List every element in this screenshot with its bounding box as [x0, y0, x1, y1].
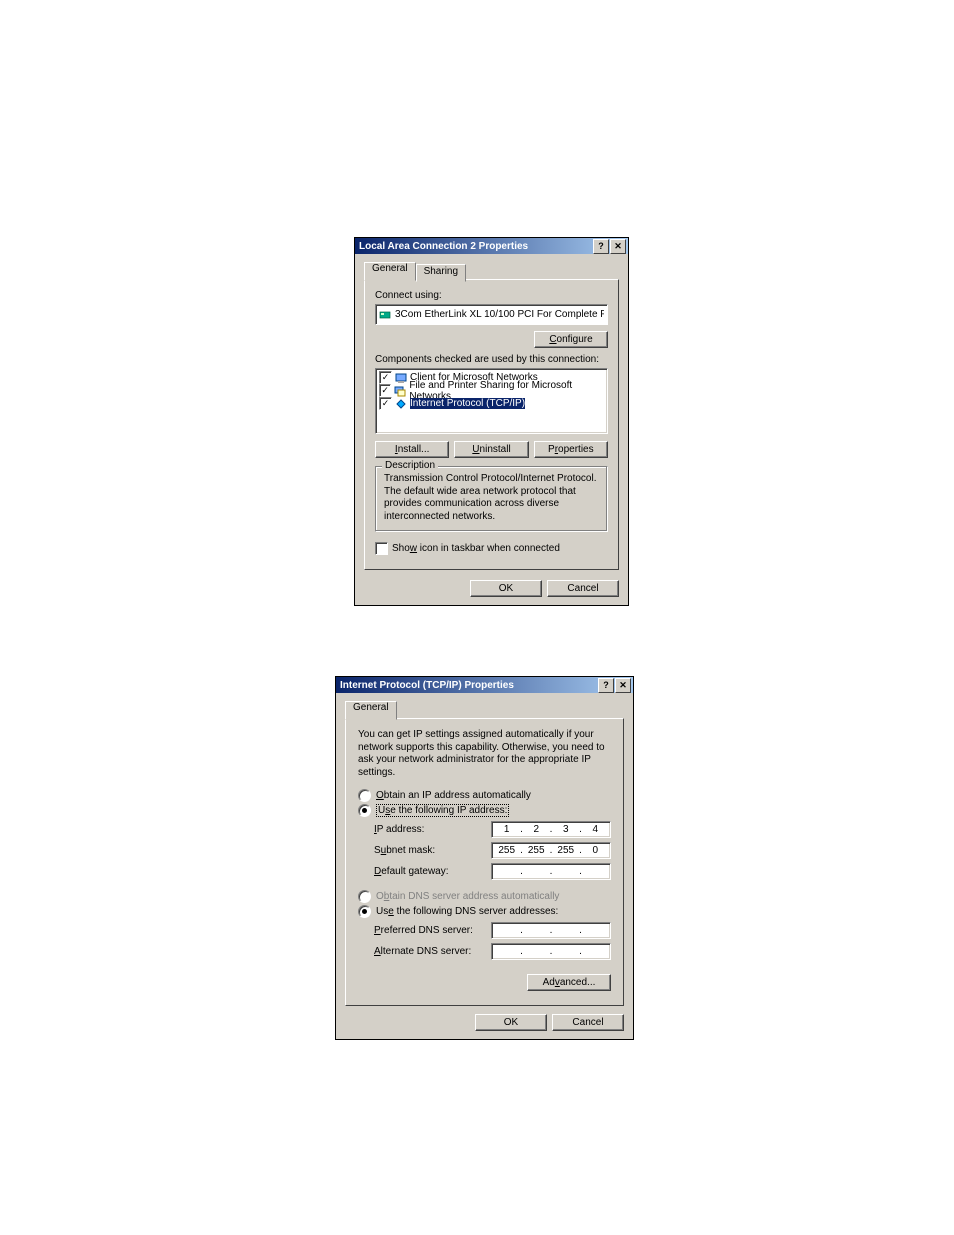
tab-general[interactable]: General — [364, 262, 416, 281]
tab-strip: General Sharing — [364, 262, 619, 280]
tab-page-general: You can get IP settings assigned automat… — [345, 718, 624, 1006]
components-listbox[interactable]: ✓ Client for Microsoft Networks ✓ File a… — [375, 368, 608, 434]
adapter-field[interactable]: 3Com EtherLink XL 10/100 PCI For Complet… — [375, 304, 608, 325]
ip-address-label: IP address: — [374, 824, 424, 835]
radio-auto-ip[interactable] — [358, 789, 371, 802]
network-card-icon — [379, 309, 391, 321]
client-icon — [395, 372, 407, 384]
radio-auto-dns-label: Obtain DNS server address automatically — [376, 891, 559, 902]
radio-static-dns[interactable] — [358, 905, 371, 918]
connect-using-label: Connect using: — [375, 290, 608, 301]
properties-button[interactable]: Properties — [534, 441, 608, 458]
titlebar[interactable]: Internet Protocol (TCP/IP) Properties ? … — [336, 677, 633, 693]
lac-properties-dialog: Local Area Connection 2 Properties ? ✕ G… — [354, 237, 629, 606]
checkbox[interactable]: ✓ — [379, 397, 392, 410]
ok-button[interactable]: OK — [475, 1014, 547, 1031]
advanced-button[interactable]: Advanced... — [527, 974, 611, 991]
components-label: Components checked are used by this conn… — [375, 354, 608, 365]
ip-address-field[interactable]: 1. 2. 3. 4 — [491, 821, 611, 838]
list-item-label: Internet Protocol (TCP/IP) — [410, 398, 525, 409]
titlebar[interactable]: Local Area Connection 2 Properties ? ✕ — [355, 238, 628, 254]
tab-strip: General — [345, 701, 624, 719]
checkbox[interactable]: ✓ — [379, 371, 392, 384]
window-title: Internet Protocol (TCP/IP) Properties — [338, 680, 597, 691]
adapter-name: 3Com EtherLink XL 10/100 PCI For Complet… — [395, 309, 604, 320]
subnet-mask-field[interactable]: 255. 255. 255. 0 — [491, 842, 611, 859]
show-icon-checkbox[interactable] — [375, 542, 388, 555]
close-button[interactable]: ✕ — [610, 239, 626, 254]
tcpip-properties-dialog: Internet Protocol (TCP/IP) Properties ? … — [335, 676, 634, 1040]
sharing-icon — [394, 385, 406, 397]
radio-static-ip[interactable] — [358, 804, 371, 817]
default-gateway-field[interactable]: . . . — [491, 863, 611, 880]
description-legend: Description — [382, 460, 438, 471]
radio-static-dns-label: Use the following DNS server addresses: — [376, 906, 558, 917]
tab-sharing[interactable]: Sharing — [416, 264, 466, 282]
cancel-button[interactable]: Cancel — [547, 580, 619, 597]
description-text: Transmission Control Protocol/Internet P… — [384, 473, 599, 523]
checkbox[interactable]: ✓ — [379, 384, 391, 397]
default-gateway-label: Default gateway: — [374, 866, 449, 877]
tab-general[interactable]: General — [345, 701, 397, 720]
description-group: Description Transmission Control Protoco… — [375, 466, 608, 532]
subnet-mask-label: Subnet mask: — [374, 845, 435, 856]
window-title: Local Area Connection 2 Properties — [357, 241, 592, 252]
intro-text: You can get IP settings assigned automat… — [358, 729, 611, 779]
radio-auto-ip-label: Obtain an IP address automatically — [376, 790, 531, 801]
preferred-dns-label: Preferred DNS server: — [374, 925, 473, 936]
install-button[interactable]: Install... — [375, 441, 449, 458]
help-button[interactable]: ? — [593, 239, 609, 254]
close-button[interactable]: ✕ — [615, 678, 631, 693]
protocol-icon — [395, 398, 407, 410]
radio-auto-dns — [358, 890, 371, 903]
list-item[interactable]: ✓ File and Printer Sharing for Microsoft… — [378, 384, 605, 397]
preferred-dns-field[interactable]: . . . — [491, 922, 611, 939]
alternate-dns-field[interactable]: . . . — [491, 943, 611, 960]
show-icon-label: Show icon in taskbar when connected — [392, 543, 560, 554]
tab-page-general: Connect using: 3Com EtherLink XL 10/100 … — [364, 279, 619, 570]
alternate-dns-label: Alternate DNS server: — [374, 946, 471, 957]
uninstall-button[interactable]: Uninstall — [454, 441, 528, 458]
ok-button[interactable]: OK — [470, 580, 542, 597]
radio-static-ip-label: Use the following IP address: — [376, 804, 509, 817]
cancel-button[interactable]: Cancel — [552, 1014, 624, 1031]
configure-button[interactable]: Configure — [534, 331, 608, 348]
help-button[interactable]: ? — [598, 678, 614, 693]
